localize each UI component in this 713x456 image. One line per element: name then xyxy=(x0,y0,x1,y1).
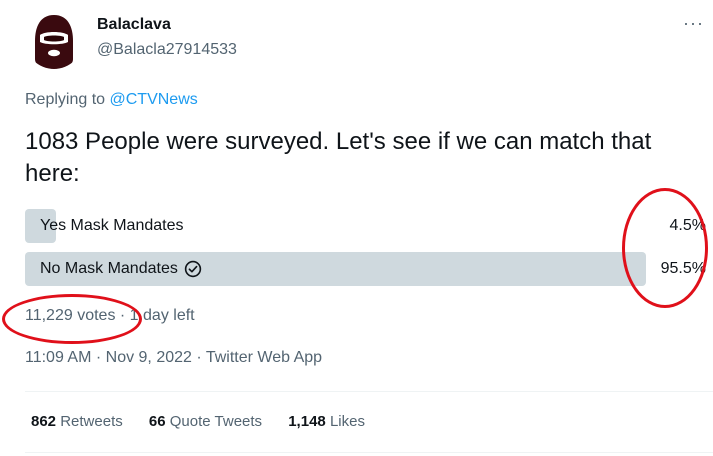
avatar[interactable] xyxy=(25,11,83,69)
replying-to: Replying to @CTVNews xyxy=(25,91,198,109)
likes-label: Likes xyxy=(329,413,365,430)
likes-count: 1,148 xyxy=(288,413,326,430)
quote-tweets-label: Quote Tweets xyxy=(169,413,263,430)
poll-option-label: No Mask Mandates xyxy=(40,260,178,277)
time-left: 1 day left xyxy=(129,307,195,324)
poll-option-selected: No Mask Mandates 95.5% xyxy=(25,252,706,286)
timestamp[interactable]: 11:09 AM · Nov 9, 2022 · Twitter Web App xyxy=(25,349,322,367)
likes-stat[interactable]: 1,148 Likes xyxy=(288,413,365,430)
quote-tweets-stat[interactable]: 66 Quote Tweets xyxy=(149,413,262,430)
replying-to-label: Replying to xyxy=(25,91,106,108)
quote-tweets-count: 66 xyxy=(148,413,166,430)
poll-meta: 11,229 votes · 1 day left xyxy=(25,307,195,325)
more-icon[interactable]: ··· xyxy=(683,13,704,34)
separator: · xyxy=(119,307,126,324)
tweet-stats: 862 Retweets 66 Quote Tweets 1,148 Likes xyxy=(31,413,387,430)
retweets-label: Retweets xyxy=(60,413,123,430)
balaclava-avatar-icon xyxy=(25,11,83,69)
tweet-text: 1083 People were surveyed. Let's see if … xyxy=(25,128,652,187)
check-circle-icon xyxy=(184,260,202,278)
poll-option-percent: 95.5% xyxy=(660,260,706,277)
annotation-circle-percentages xyxy=(622,188,708,308)
poll-option-label: Yes Mask Mandates xyxy=(40,217,184,234)
divider xyxy=(25,452,713,453)
author-handle[interactable]: @Balacla27914533 xyxy=(97,41,237,59)
divider xyxy=(25,391,713,392)
poll-option-percent: 4.5% xyxy=(669,217,706,234)
author-name[interactable]: Balaclava xyxy=(97,16,171,34)
poll-option: Yes Mask Mandates 4.5% xyxy=(25,209,706,243)
vote-count: 11,229 votes xyxy=(25,307,116,324)
retweets-count: 862 xyxy=(31,413,57,430)
retweets-stat[interactable]: 862 Retweets xyxy=(31,413,123,430)
mention-link[interactable]: @CTVNews xyxy=(110,91,198,108)
poll-option-label-wrap: No Mask Mandates xyxy=(40,260,202,278)
